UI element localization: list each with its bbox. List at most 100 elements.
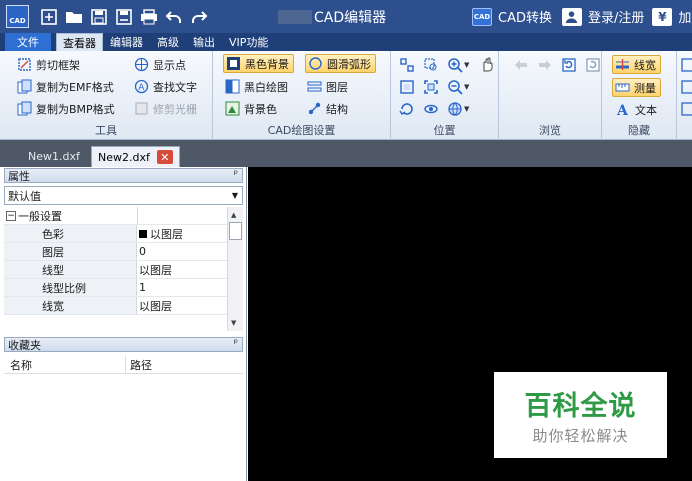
app-title: CAD编辑器 [314,9,387,26]
copy-bmp-button[interactable]: 复制为BMP格式 [17,99,115,118]
view-3d-dropdown-icon[interactable]: ▼ [464,105,473,113]
scrollbar-thumb[interactable] [229,222,242,240]
svg-text:A: A [138,83,145,93]
yen-icon[interactable]: ¥ [652,7,673,26]
close-tab-icon[interactable]: ✕ [156,150,173,164]
previous-view-icon[interactable] [513,57,529,73]
property-preset-value: 默认值 [8,189,41,203]
overflow-icon-2[interactable] [681,77,692,96]
fit-page-icon[interactable] [399,79,415,95]
title-actions: CAD CAD转换 登录/注册 ¥ 加 [472,0,691,33]
smooth-arc-button[interactable]: 圆滑弧形 [305,54,376,73]
print-icon[interactable] [138,6,160,28]
position-row-1: ▼ [399,55,503,74]
show-points-label: 显示点 [153,58,186,72]
orbit-icon[interactable] [423,101,439,117]
find-text-button[interactable]: A 查找文字 [134,77,197,96]
clip-frame-button[interactable]: 剪切框架 [17,55,80,74]
property-key: 线宽 [4,297,137,314]
measure-icon [615,80,630,95]
save-icon[interactable] [88,6,110,28]
left-panel: 属性 ᵖ 默认值 ▼ − 一般设置 色彩 以图层 图层 0 线型 以图层 线型比… [0,167,247,481]
doc-tab-new1[interactable]: New1.dxf [22,146,86,167]
collapse-icon[interactable]: − [6,210,16,221]
line-width-button[interactable]: 线宽 [612,55,661,74]
watermark-subtitle: 助你轻松解决 [532,427,629,445]
trim-raster-icon [134,101,149,116]
login-register-link[interactable]: 登录/注册 [588,7,644,26]
background-color-button[interactable]: 背景色 [225,99,277,118]
trim-raster-button[interactable]: 修剪光栅 [134,99,197,118]
pin-icon[interactable]: ᵖ [234,169,238,180]
chevron-down-icon[interactable]: ▼ [232,191,238,200]
zoom-out-dropdown-icon[interactable]: ▼ [464,83,473,91]
pin-icon[interactable]: ᵖ [234,338,238,349]
zoom-extents-icon[interactable] [423,79,439,95]
undo-icon[interactable] [163,6,185,28]
property-row[interactable]: 线宽 以图层 [4,297,227,315]
regenerate-icon[interactable] [585,57,601,73]
zoom-out-icon[interactable] [447,79,463,95]
structure-button[interactable]: 结构 [307,99,348,118]
copy-emf-button[interactable]: 复制为EMF格式 [17,77,114,96]
next-view-icon[interactable] [537,57,553,73]
new-file-icon[interactable] [38,6,60,28]
property-row[interactable]: 线型 以图层 [4,261,227,279]
black-background-label: 黑色背景 [245,57,289,71]
property-row[interactable]: 图层 0 [4,243,227,261]
app-logo-icon[interactable]: CAD [6,5,29,28]
pan-icon[interactable] [399,57,415,73]
view-3d-icon[interactable] [447,101,463,117]
property-row[interactable]: 色彩 以图层 [4,225,227,243]
browse-group: 浏览 [499,51,602,140]
column-header-path[interactable]: 路径 [126,356,243,373]
tab-file[interactable]: 文件 [5,33,51,51]
refresh-view-icon[interactable] [561,57,577,73]
cad-convert-icon[interactable]: CAD [472,7,492,26]
property-scrollbar[interactable]: ▲ ▼ [227,207,243,331]
property-row[interactable]: 线型比例 1 [4,279,227,297]
tab-advanced[interactable]: 高级 [150,33,186,51]
quick-access-toolbar: CAD [0,0,213,33]
show-points-button[interactable]: 显示点 [134,55,186,74]
zoom-in-icon[interactable] [447,57,463,73]
clip-frame-icon [17,57,32,72]
bw-drawing-button[interactable]: 黑白绘图 [225,77,288,96]
measure-button[interactable]: 测量 [612,78,661,97]
scroll-down-icon[interactable]: ▼ [231,319,236,327]
overflow-group [677,51,692,140]
property-preset-select[interactable]: 默认值 ▼ [4,186,243,205]
line-width-label: 线宽 [634,58,656,72]
scroll-up-icon[interactable]: ▲ [231,211,236,219]
zoom-window-icon[interactable] [423,57,439,73]
show-points-icon [134,57,149,72]
position-row-2: ▼ [399,77,479,96]
column-header-name[interactable]: 名称 [4,356,126,373]
layers-button[interactable]: 图层 [307,77,348,96]
tab-editor[interactable]: 编辑器 [103,33,150,51]
tab-viewer[interactable]: 查看器 [56,33,103,51]
cad-convert-link[interactable]: CAD转换 [498,7,552,26]
user-icon[interactable] [561,7,582,26]
redo-icon[interactable] [188,6,210,28]
property-category[interactable]: − 一般设置 [4,207,227,225]
text-button[interactable]: A 文本 [616,100,657,119]
favorites-title: 收藏夹 [8,338,41,352]
layers-label: 图层 [326,80,348,94]
black-background-icon [226,56,241,71]
overflow-icon-1[interactable] [681,55,692,74]
doc-tab-new1-label: New1.dxf [28,150,80,163]
save-as-icon[interactable] [113,6,135,28]
bw-drawing-label: 黑白绘图 [244,80,288,94]
black-background-button[interactable]: 黑色背景 [223,54,294,73]
tab-output[interactable]: 输出 [186,33,222,51]
overflow-icon-3[interactable] [681,99,692,118]
measure-label: 测量 [634,81,656,95]
zoom-in-dropdown-icon[interactable]: ▼ [464,61,473,69]
open-folder-icon[interactable] [63,6,85,28]
rotate-icon[interactable] [399,101,415,117]
tab-vip[interactable]: VIP功能 [222,33,275,51]
doc-tab-new2[interactable]: New2.dxf ✕ [91,146,180,167]
properties-title: 属性 [8,169,30,183]
hand-icon[interactable] [479,57,495,73]
